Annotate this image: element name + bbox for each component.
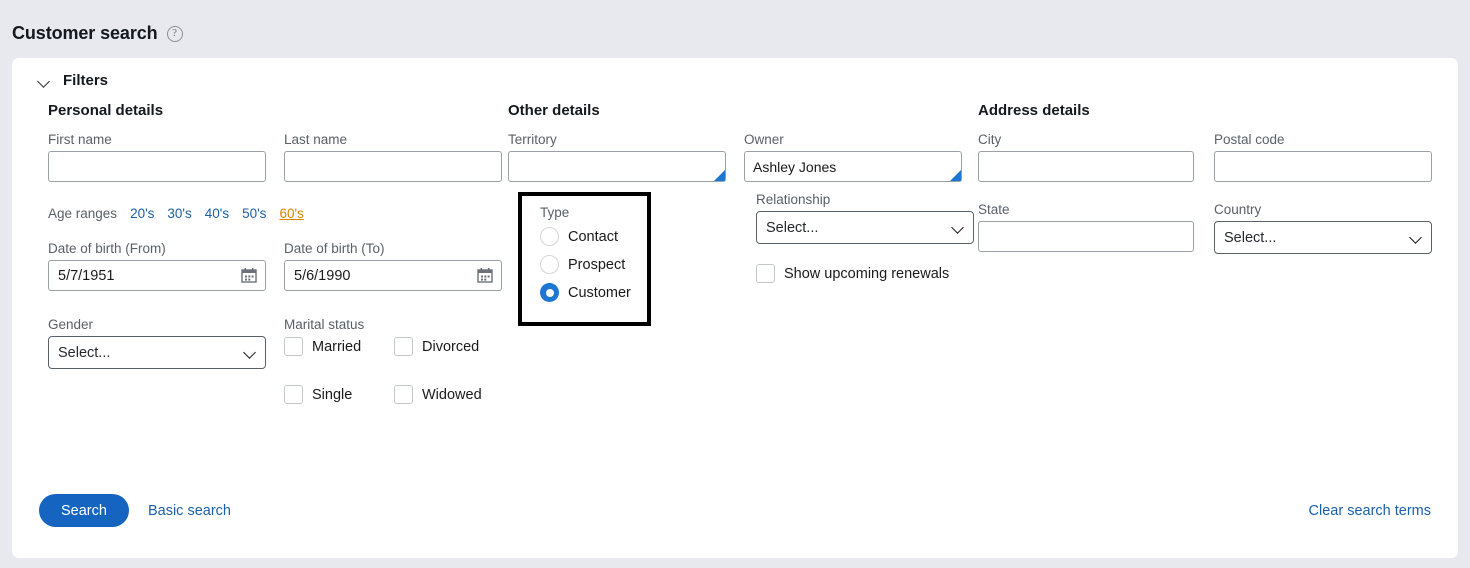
checkbox-single[interactable]: Single xyxy=(284,385,394,404)
dob-to-label: Date of birth (To) xyxy=(284,241,385,256)
radio-prospect[interactable]: Prospect xyxy=(540,255,647,274)
age-range-50s[interactable]: 50's xyxy=(242,206,266,221)
checkbox-label: Married xyxy=(312,338,362,355)
age-range-40s[interactable]: 40's xyxy=(205,206,229,221)
checkbox-label: Divorced xyxy=(422,338,480,355)
city-input[interactable] xyxy=(978,151,1194,182)
city-label: City xyxy=(978,132,1002,147)
city-postal-row: City Postal code xyxy=(978,132,1432,182)
section-title-address: Address details xyxy=(978,102,1090,119)
checkbox-label: Widowed xyxy=(422,386,482,403)
dob-to-group: Date of birth (To) xyxy=(284,241,502,291)
search-button[interactable]: Search xyxy=(39,494,129,527)
territory-input[interactable] xyxy=(508,151,726,182)
age-ranges-label: Age ranges xyxy=(48,206,118,221)
page-title: Customer search xyxy=(12,22,158,43)
dob-to-input[interactable] xyxy=(284,260,502,291)
gender-group: Gender Select... xyxy=(48,317,266,404)
dob-row: Date of birth (From) 5/7/1951 Date of bi… xyxy=(48,241,508,291)
checkbox-box-icon[interactable] xyxy=(756,264,775,283)
first-name-label: First name xyxy=(48,132,112,147)
dob-from-label: Date of birth (From) xyxy=(48,241,166,256)
last-name-input[interactable] xyxy=(284,151,502,182)
checkbox-box-icon[interactable] xyxy=(394,385,413,404)
marital-status-label: Marital status xyxy=(284,317,365,332)
filters-label: Filters xyxy=(63,72,109,89)
radio-customer[interactable]: Customer xyxy=(540,283,647,302)
type-radio-group-highlighted: Type Contact Prospect Customer xyxy=(518,192,651,326)
section-title-personal: Personal details xyxy=(48,102,164,119)
last-name-label: Last name xyxy=(284,132,348,147)
gender-label: Gender xyxy=(48,317,94,332)
radio-circle-selected-icon[interactable] xyxy=(540,283,559,302)
owner-input[interactable] xyxy=(744,151,962,182)
dob-from-input[interactable] xyxy=(48,260,266,291)
calendar-icon[interactable] xyxy=(241,267,257,283)
chevron-down-icon[interactable] xyxy=(38,77,51,85)
relationship-label: Relationship xyxy=(756,192,831,207)
country-group: Country Select... xyxy=(1214,202,1432,254)
age-range-30s[interactable]: 30's xyxy=(167,206,191,221)
column-address-details: Address details City Postal code State C… xyxy=(978,102,1432,404)
relationship-group: Relationship Select... Show upcoming ren… xyxy=(756,192,974,283)
gender-marital-row: Gender Select... Marital status Married xyxy=(48,317,508,404)
filters-card: Filters Personal details First name Last… xyxy=(12,58,1458,558)
radio-label: Customer xyxy=(568,284,631,301)
radio-label: Contact xyxy=(568,228,618,245)
help-icon[interactable]: ? xyxy=(166,26,183,42)
filters-header[interactable]: Filters xyxy=(12,58,1458,89)
age-range-60s[interactable]: 60's xyxy=(279,206,303,221)
section-title-other: Other details xyxy=(508,102,600,119)
marital-row-1: Married Divorced xyxy=(284,337,482,356)
checkbox-box-icon[interactable] xyxy=(394,337,413,356)
marital-row-2: Single Widowed xyxy=(284,385,482,404)
territory-group: Territory xyxy=(508,132,726,182)
territory-owner-row: Territory Owner xyxy=(508,132,978,182)
radio-circle-icon[interactable] xyxy=(540,227,559,246)
type-label: Type xyxy=(540,205,570,220)
city-group: City xyxy=(978,132,1194,182)
checkbox-divorced[interactable]: Divorced xyxy=(394,337,479,356)
state-input[interactable] xyxy=(978,221,1194,252)
postal-code-label: Postal code xyxy=(1214,132,1285,147)
basic-search-link[interactable]: Basic search xyxy=(148,503,231,519)
page-header: Customer search ? xyxy=(0,0,1470,52)
territory-label: Territory xyxy=(508,132,557,147)
card-footer: Search Basic search Clear search terms xyxy=(12,494,1458,527)
age-ranges-group: Age ranges 20's 30's 40's 50's 60's xyxy=(48,206,508,221)
column-other-details: Other details Territory Owner Ashley Jon… xyxy=(508,102,978,404)
state-label: State xyxy=(978,202,1010,217)
gender-select[interactable]: Select... xyxy=(48,336,266,369)
first-name-group: First name xyxy=(48,132,266,182)
checkbox-box-icon[interactable] xyxy=(284,385,303,404)
checkbox-label: Single xyxy=(312,386,353,403)
state-country-row: State Country Select... xyxy=(978,202,1432,254)
name-row: First name Last name xyxy=(48,132,508,182)
postal-code-group: Postal code xyxy=(1214,132,1432,182)
marital-status-group: Marital status Married Divorced Single W… xyxy=(284,317,482,404)
checkbox-label: Show upcoming renewals xyxy=(784,265,950,282)
radio-circle-icon[interactable] xyxy=(540,255,559,274)
column-personal-details: Personal details First name Last name Ag… xyxy=(12,102,508,404)
age-range-20s[interactable]: 20's xyxy=(130,206,154,221)
dob-from-group: Date of birth (From) xyxy=(48,241,266,291)
filter-columns: Personal details First name Last name Ag… xyxy=(12,102,1458,404)
postal-code-input[interactable] xyxy=(1214,151,1432,182)
first-name-input[interactable] xyxy=(48,151,266,182)
owner-label: Owner xyxy=(744,132,784,147)
checkbox-show-upcoming-renewals[interactable]: Show upcoming renewals xyxy=(756,264,974,283)
last-name-group: Last name xyxy=(284,132,502,182)
checkbox-widowed[interactable]: Widowed xyxy=(394,385,482,404)
checkbox-married[interactable]: Married xyxy=(284,337,394,356)
owner-group: Owner xyxy=(744,132,962,182)
clear-search-terms-link[interactable]: Clear search terms xyxy=(1309,503,1431,519)
radio-contact[interactable]: Contact xyxy=(540,227,647,246)
radio-label: Prospect xyxy=(568,256,626,273)
state-group: State xyxy=(978,202,1194,254)
relationship-select[interactable]: Select... xyxy=(756,211,974,244)
calendar-icon[interactable] xyxy=(477,267,493,283)
country-label: Country xyxy=(1214,202,1262,217)
checkbox-box-icon[interactable] xyxy=(284,337,303,356)
country-select[interactable]: Select... xyxy=(1214,221,1432,254)
